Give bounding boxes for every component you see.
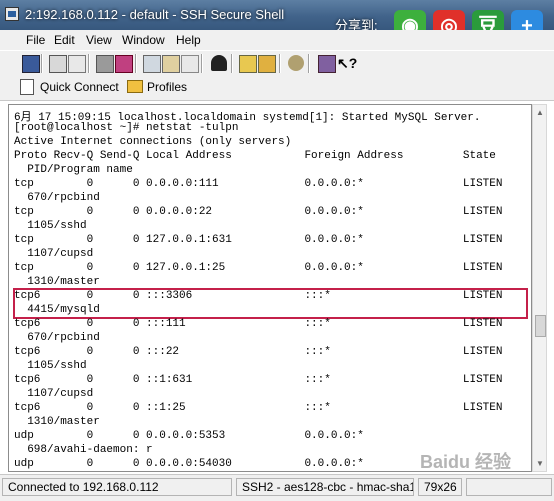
scrollbar-thumb[interactable] [535,315,546,337]
scroll-down-arrow-icon[interactable]: ▼ [536,459,544,468]
toolbar-separator [135,54,137,73]
terminal-line: 698/avahi-daemon: r [14,444,153,456]
terminal-line: PID/Program name [14,164,133,176]
sftp-icon[interactable] [258,55,276,73]
menu-bar: File Edit View Window Help [0,30,554,50]
terminal-scrollbar[interactable]: ▲ ▼ [532,104,547,472]
terminal-line: tcp 0 0 127.0.0.1:631 0.0.0.0:* LISTEN [14,234,503,246]
terminal-line: 1310/master [14,416,100,428]
context-help-icon[interactable]: ↖? [337,55,357,71]
window-title: 2:192.168.0.112 - default - SSH Secure S… [25,7,285,22]
terminal-line: Active Internet connections (only server… [14,136,292,148]
terminal-line: tcp6 0 0 :::111 :::* LISTEN [14,318,503,330]
toolbar-separator [88,54,90,73]
terminal-line: 1107/cupsd [14,248,94,260]
title-bar: 2:192.168.0.112 - default - SSH Secure S… [0,0,554,42]
terminal-line: Proto Recv-Q Send-Q Local Address Foreig… [14,150,496,162]
status-extra-pane [466,478,552,496]
watermark: Baidu 经验 [420,452,512,472]
quick-connect-button[interactable]: Quick Connect [20,79,119,98]
paste-special-icon[interactable] [181,55,199,73]
quick-connect-icon [20,79,34,95]
paste-icon[interactable] [162,55,180,73]
terminal-line: 1105/sshd [14,220,87,232]
terminal-line: 1107/cupsd [14,388,94,400]
print-icon[interactable] [49,55,67,73]
terminal-output[interactable]: 6月 17 15:09:15 localhost.localdomain sys… [8,104,532,472]
menu-edit[interactable]: Edit [54,33,75,47]
toolbar-separator [308,54,310,73]
terminal-line: 670/rpcbind [14,192,100,204]
new-terminal-icon[interactable] [96,55,114,73]
new-file-transfer-icon[interactable] [239,55,257,73]
terminal-line: tcp 0 0 127.0.0.1:25 0.0.0.0:* LISTEN [14,262,503,274]
toolbar-separator [231,54,233,73]
terminal-line: tcp6 0 0 :::22 :::* LISTEN [14,346,503,358]
terminal-line: tcp6 0 0 ::1:631 :::* LISTEN [14,374,503,386]
menu-window[interactable]: Window [122,33,165,47]
profiles-label: Profiles [147,79,188,94]
cipher-status: SSH2 - aes128-cbc - hmac-sha1 [236,478,414,496]
terminal-line: 670/rpcbind [14,332,100,344]
status-bar: Connected to 192.168.0.112 SSH2 - aes128… [0,474,554,501]
toolbar: ↖? [0,50,554,78]
folder-icon [127,80,143,94]
file-transfer-icon[interactable] [115,55,133,73]
quick-connect-bar: Quick Connect Profiles [0,77,554,101]
connection-status: Connected to 192.168.0.112 [2,478,232,496]
terminal-line: 1105/sshd [14,360,87,372]
settings-icon[interactable] [288,55,304,71]
terminal-line: tcp6 0 0 ::1:25 :::* LISTEN [14,402,503,414]
terminal-line: tcp6 0 0 :::3306 :::* LISTEN [14,290,503,302]
toolbar-separator [279,54,281,73]
terminal-size: 79x26 [418,478,462,496]
terminal-line: [root@localhost ~]# netstat -tulpn [14,122,239,134]
print-preview-icon[interactable] [68,55,86,73]
terminal-line: 4415/mysqld [14,304,100,316]
terminal-line: udp 0 0 0.0.0.0:54030 0.0.0.0:* [14,458,364,470]
quick-connect-label: Quick Connect [40,80,119,94]
terminal-line: tcp 0 0 0.0.0.0:111 0.0.0.0:* LISTEN [14,178,503,190]
scroll-up-arrow-icon[interactable]: ▲ [536,108,544,117]
help-book-icon[interactable] [318,55,336,73]
copy-icon[interactable] [143,55,161,73]
find-icon[interactable] [211,55,227,71]
terminal-line: 1310/master [14,276,100,288]
terminal-line: tcp 0 0 0.0.0.0:22 0.0.0.0:* LISTEN [14,206,503,218]
save-icon[interactable] [22,55,40,73]
menu-help[interactable]: Help [176,33,201,47]
toolbar-separator [201,54,203,73]
toolbar-separator [41,54,43,73]
menu-file[interactable]: File [26,33,45,47]
app-icon[interactable] [5,7,19,21]
profiles-button[interactable]: Profiles [127,79,187,98]
terminal-line: udp 0 0 0.0.0.0:5353 0.0.0.0:* [14,430,364,442]
menu-view[interactable]: View [86,33,112,47]
